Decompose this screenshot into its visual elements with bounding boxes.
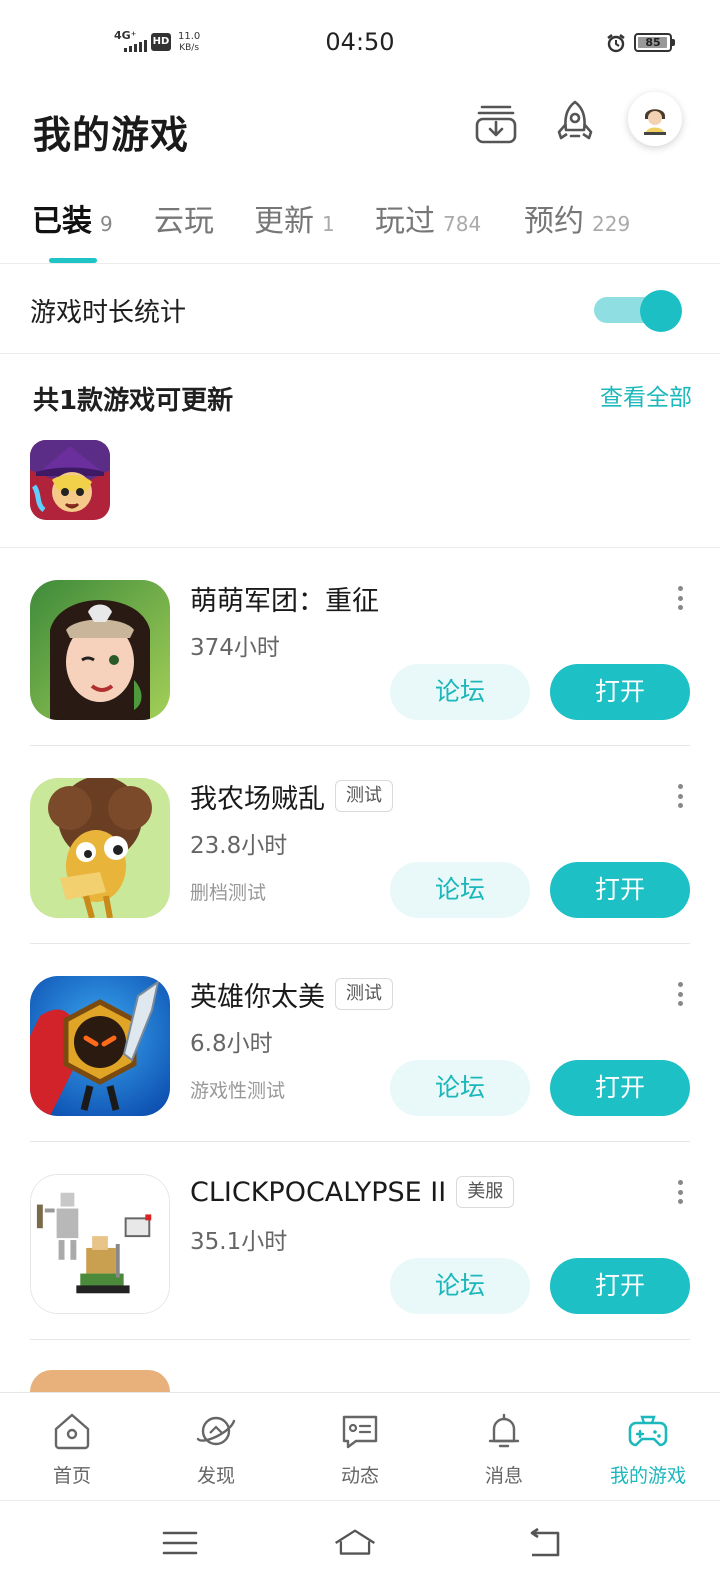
battery-level: 85 (645, 36, 661, 49)
game-playtime: 6.8小时 (190, 1031, 273, 1057)
home-nav-icon[interactable] (333, 1521, 377, 1565)
back-icon[interactable] (522, 1521, 566, 1565)
update-game-icon[interactable] (30, 440, 110, 520)
nav-label: 首页 (52, 1465, 91, 1487)
game-item: CLICKPOCALYPSE II 美服 35.1小时 论坛 打开 (0, 1142, 720, 1340)
nav-label: 消息 (484, 1465, 523, 1487)
nav-label: 动态 (340, 1465, 379, 1487)
game-title-row: 英雄你太美 测试 (190, 974, 393, 1014)
nav-my-games[interactable]: 我的游戏 (576, 1393, 720, 1501)
avatar-image (628, 92, 682, 146)
playtime-stats-label: 游戏时长统计 (30, 298, 187, 328)
game-name: 我农场贼乱 (190, 783, 325, 815)
chat-card-icon (342, 1415, 378, 1449)
game-item: 萌萌军团：重征 374小时 论坛 打开 (0, 548, 720, 746)
game-item: 我农场贼乱 测试 23.8小时 删档测试 论坛 打开 (0, 746, 720, 944)
forum-button[interactable]: 论坛 (390, 1258, 530, 1314)
forum-button[interactable]: 论坛 (390, 664, 530, 720)
bottom-nav: 首页 发现 动态 消息 我的游戏 (0, 1392, 720, 1500)
nav-discover[interactable]: 发现 (144, 1393, 288, 1501)
nav-label: 发现 (196, 1465, 235, 1487)
game-icon[interactable] (30, 1174, 170, 1314)
game-playtime: 374小时 (190, 635, 280, 661)
header: 我的游戏 (0, 88, 720, 178)
playtime-stats-row: 游戏时长统计 (0, 264, 720, 354)
tab-bar: 已装 9 云玩 更新 1 玩过 784 预约 229 (0, 196, 720, 264)
forum-button[interactable]: 论坛 (390, 862, 530, 918)
gamepad-icon (628, 1415, 668, 1447)
game-note: 游戏性测试 (190, 1080, 286, 1102)
tab-count: 1 (322, 212, 335, 236)
tab-label: 更新 (254, 204, 314, 239)
playtime-stats-toggle[interactable] (594, 288, 684, 332)
game-art (30, 778, 170, 918)
nav-feed[interactable]: 动态 (288, 1393, 432, 1501)
more-options-icon[interactable] (668, 580, 692, 616)
game-title-row: CLICKPOCALYPSE II 美服 (190, 1172, 515, 1212)
test-badge: 测试 (335, 978, 393, 1010)
more-options-icon[interactable] (668, 976, 692, 1012)
game-playtime: 35.1小时 (190, 1229, 288, 1255)
game-art (31, 1175, 169, 1313)
toggle-knob (640, 290, 682, 332)
game-name: 萌萌军团：重征 (190, 585, 379, 617)
updates-section: 共1款游戏可更新 查看全部 (0, 354, 720, 548)
game-name: 英雄你太美 (190, 981, 325, 1013)
tab-count: 784 (443, 212, 482, 236)
tab-label: 云玩 (154, 204, 214, 239)
game-icon[interactable] (30, 580, 170, 720)
nav-home[interactable]: 首页 (0, 1393, 144, 1501)
rocket-icon[interactable] (551, 98, 599, 146)
tab-reserved[interactable]: 预约 229 (524, 196, 630, 264)
page-title: 我的游戏 (33, 113, 190, 157)
game-icon[interactable] (30, 976, 170, 1116)
download-icon[interactable] (472, 98, 520, 146)
planet-icon (196, 1416, 236, 1446)
test-badge: 测试 (335, 780, 393, 812)
alarm-icon (607, 34, 625, 53)
see-all-link[interactable]: 查看全部 (600, 378, 692, 412)
tab-indicator (49, 258, 97, 263)
menu-icon[interactable] (158, 1521, 202, 1565)
open-button[interactable]: 打开 (550, 862, 690, 918)
more-options-icon[interactable] (668, 1174, 692, 1210)
more-options-icon[interactable] (668, 778, 692, 814)
open-button[interactable]: 打开 (550, 664, 690, 720)
tab-cloud[interactable]: 云玩 (154, 196, 214, 264)
game-title-row: 萌萌军团：重征 (190, 578, 379, 618)
game-note: 删档测试 (190, 882, 267, 904)
nav-messages[interactable]: 消息 (432, 1393, 576, 1501)
witch-game-art (30, 440, 110, 520)
tab-label: 玩过 (375, 204, 435, 239)
battery-tip (672, 39, 675, 46)
game-name: CLICKPOCALYPSE II (190, 1176, 447, 1208)
system-nav-bar (0, 1500, 720, 1584)
next-game-icon-partial (30, 1370, 170, 1392)
game-item: 英雄你太美 测试 6.8小时 游戏性测试 论坛 打开 (0, 944, 720, 1142)
open-button[interactable]: 打开 (550, 1060, 690, 1116)
nav-label: 我的游戏 (609, 1465, 686, 1487)
status-bar: 4G⁺ HD 11.0 KB/s 04:50 85 (0, 0, 720, 88)
battery-icon: 85 (634, 33, 672, 52)
forum-button[interactable]: 论坛 (390, 1060, 530, 1116)
tab-count: 9 (100, 212, 113, 236)
game-title-row: 我农场贼乱 测试 (190, 776, 393, 816)
tab-label: 已装 (32, 204, 92, 239)
divider (30, 1339, 690, 1340)
user-avatar[interactable] (628, 92, 682, 146)
game-icon[interactable] (30, 778, 170, 918)
updates-title: 共1款游戏可更新 (33, 386, 234, 416)
open-button[interactable]: 打开 (550, 1258, 690, 1314)
tab-count: 229 (592, 212, 631, 236)
tab-label: 预约 (524, 204, 584, 239)
bell-icon (488, 1413, 520, 1448)
tab-updates[interactable]: 更新 1 (254, 196, 335, 264)
tab-installed[interactable]: 已装 9 (32, 196, 113, 264)
game-playtime: 23.8小时 (190, 833, 288, 859)
game-art (30, 976, 170, 1116)
tab-played[interactable]: 玩过 784 (375, 196, 481, 264)
region-badge: 美服 (456, 1176, 515, 1208)
home-icon (54, 1413, 90, 1450)
game-art (30, 580, 170, 720)
